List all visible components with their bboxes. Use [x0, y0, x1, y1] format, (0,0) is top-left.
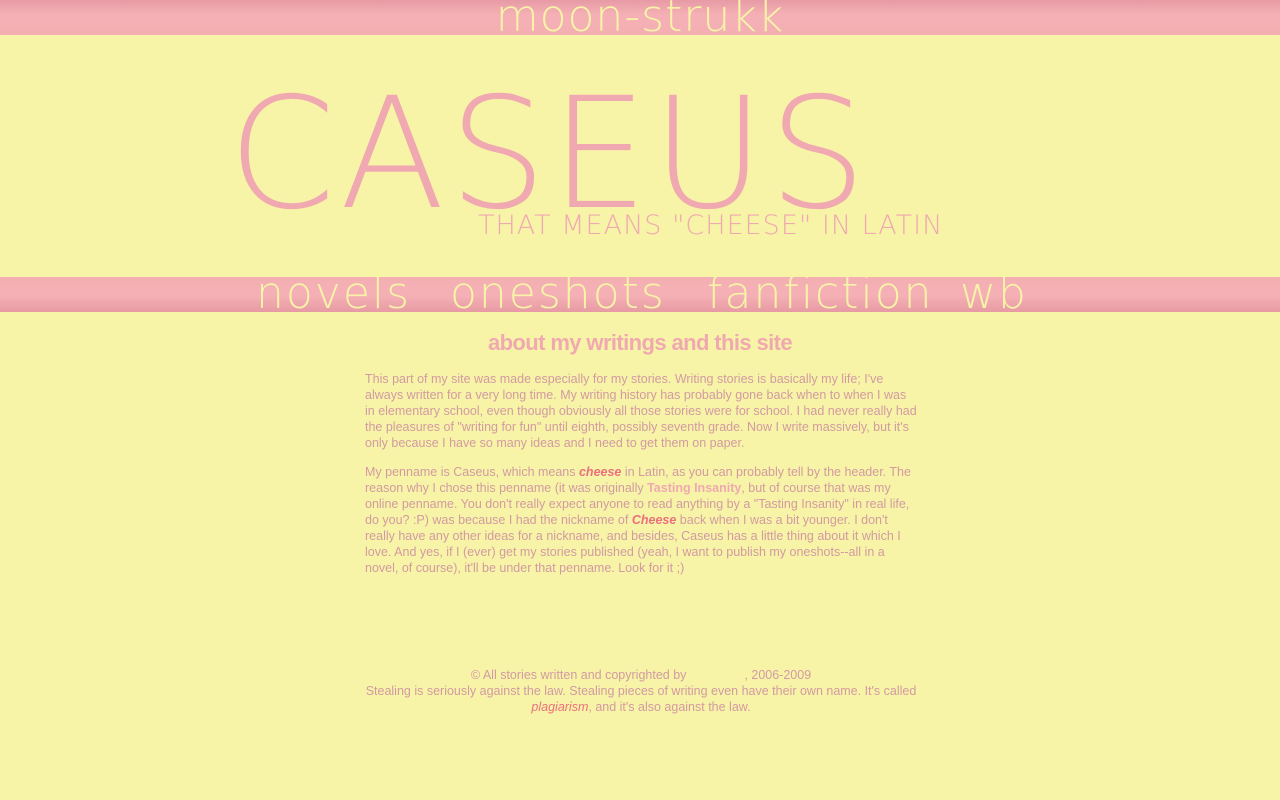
intro-paragraph: This part of my site was made especially…	[365, 372, 917, 450]
plagiarism-emphasis: plagiarism	[531, 700, 589, 714]
plagiarism-notice: Stealing is seriously against the law. S…	[365, 683, 917, 715]
nav-link-novels[interactable]: novels	[256, 277, 411, 312]
nav-link-oneshots[interactable]: oneshots	[450, 277, 666, 312]
copyright-suffix: , 2006-2009	[744, 668, 812, 682]
penname-paragraph: My penname is Caseus, which means cheese…	[365, 464, 917, 576]
plagiarism-text-2: , and it's also against the law.	[588, 700, 751, 714]
copyright-line: © All stories written and copyrighted by…	[365, 667, 917, 683]
plagiarism-text-1: Stealing is seriously against the law. S…	[365, 684, 917, 698]
nav-link-wb[interactable]: wb	[960, 277, 1028, 312]
site-name-link[interactable]: moon-strukk	[0, 0, 1280, 35]
page-heading: about my writings and this site	[487, 330, 793, 355]
copyright-prefix: © All stories written and copyrighted by	[470, 668, 687, 682]
content-body: This part of my site was made especially…	[365, 371, 917, 589]
penname-text-1: My penname is Caseus, which means	[365, 465, 579, 479]
nav-bar: novels oneshots fanfiction wb	[0, 277, 1280, 312]
cheese-nickname-emphasis: Cheese	[631, 513, 677, 527]
cheese-emphasis: cheese	[578, 465, 622, 479]
footer: © All stories written and copyrighted by…	[365, 667, 917, 715]
header-subtitle: THAT MEANS "CHEESE" IN LATIN	[478, 210, 944, 241]
tasting-insanity-link[interactable]: Tasting Insanity	[647, 481, 741, 495]
top-banner: moon-strukk	[0, 0, 1280, 35]
nav-link-fanfiction[interactable]: fanfiction	[707, 277, 934, 312]
